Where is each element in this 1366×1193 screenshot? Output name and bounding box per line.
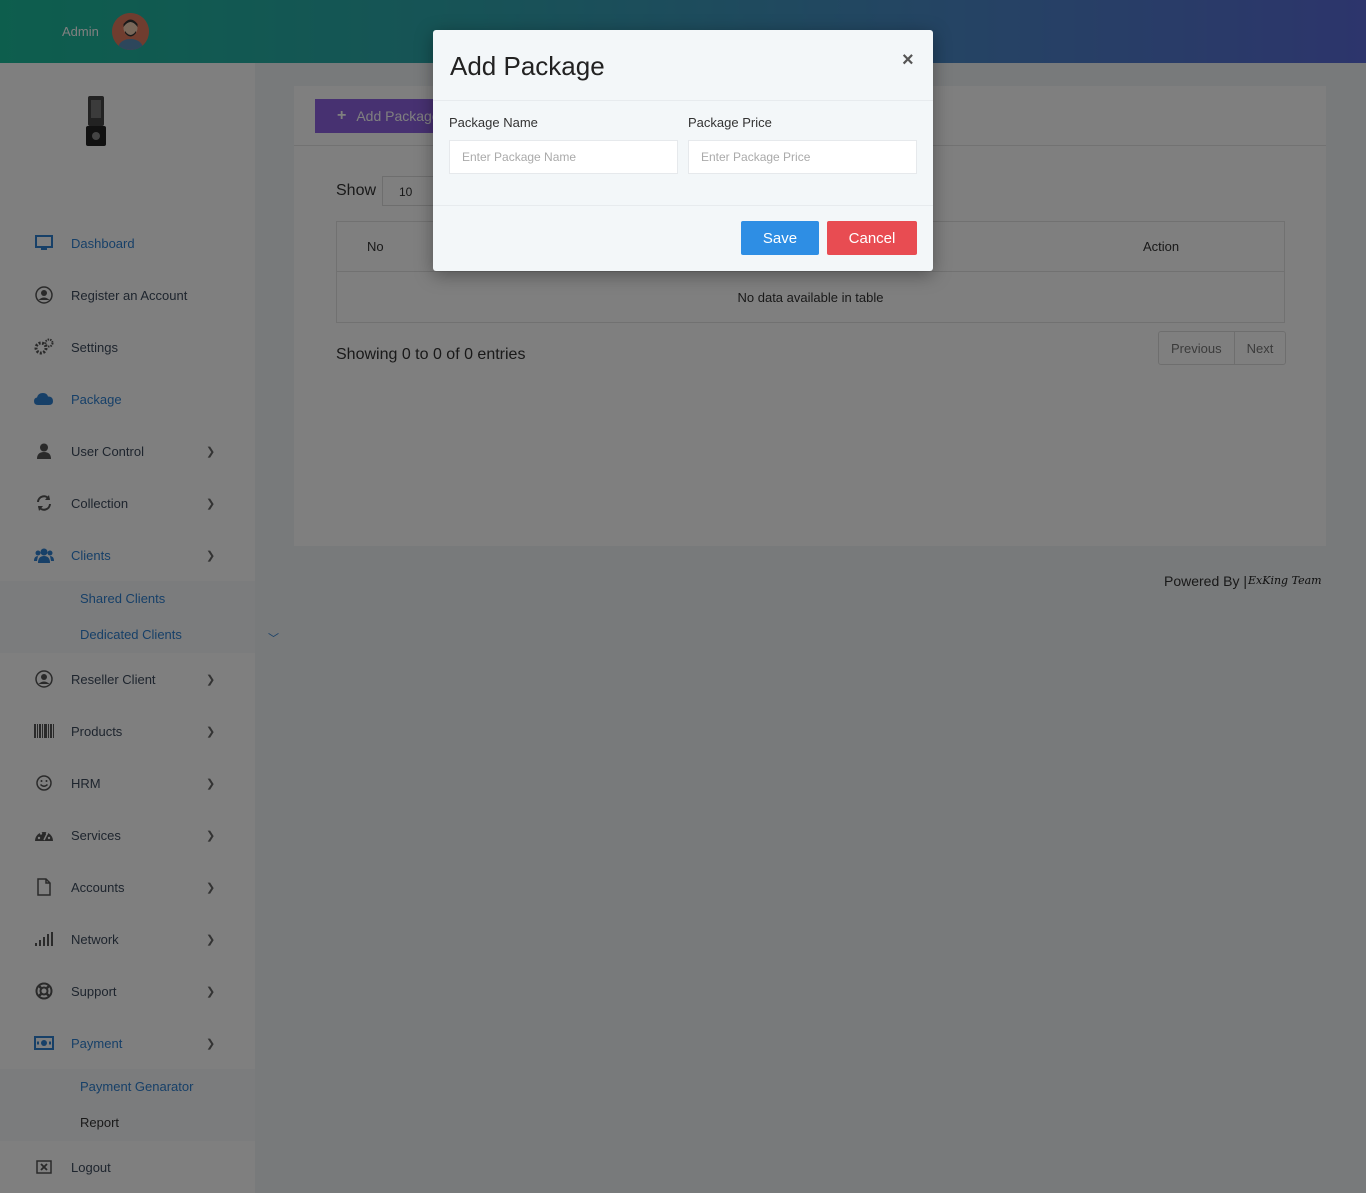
package-name-label: Package Name [449, 115, 538, 130]
modal-footer-divider [433, 205, 933, 206]
close-icon[interactable]: × [902, 49, 914, 72]
package-price-input[interactable]: Enter Package Price [688, 140, 917, 174]
add-package-modal: Add Package × Package Name Package Price… [433, 30, 933, 271]
modal-header-divider [433, 100, 933, 101]
save-button[interactable]: Save [741, 221, 819, 255]
modal-title: Add Package [450, 51, 605, 81]
package-price-label: Package Price [688, 115, 772, 130]
package-name-input[interactable]: Enter Package Name [449, 140, 678, 174]
cancel-button[interactable]: Cancel [827, 221, 917, 255]
